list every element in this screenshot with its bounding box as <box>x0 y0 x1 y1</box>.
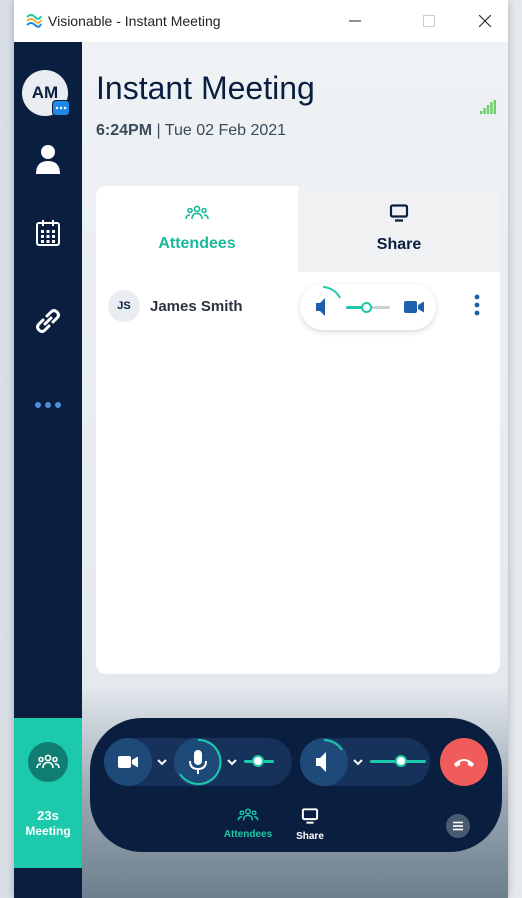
sidebar-item-more[interactable] <box>31 388 65 422</box>
signal-strength-icon <box>480 100 496 114</box>
monitor-icon <box>389 204 409 222</box>
attendees-icon <box>185 205 209 220</box>
speaker-icon <box>316 739 343 772</box>
attendee-more-button[interactable] <box>470 292 484 318</box>
visionable-logo-icon <box>26 14 42 28</box>
title-bar: Visionable - Instant Meeting <box>14 0 508 42</box>
chat-badge-icon <box>52 100 70 116</box>
meeting-datetime: 6:24PM | Tue 02 Feb 2021 <box>96 122 286 140</box>
main-panel: Instant Meeting 6:24PM | Tue 02 Feb 2021… <box>82 42 508 898</box>
video-camera-icon <box>404 301 424 313</box>
meeting-time: 6:24PM <box>96 122 153 139</box>
microphone-options-chevron-icon[interactable] <box>226 756 238 768</box>
speaker-controls <box>300 738 430 786</box>
speaker-options-chevron-icon[interactable] <box>352 756 364 768</box>
microphone-toggle-button[interactable] <box>174 738 222 786</box>
speaker-level-knob[interactable] <box>394 755 407 767</box>
sidebar-item-links[interactable] <box>31 304 65 338</box>
sidebar-item-profile[interactable] <box>31 142 65 176</box>
bottom-tab-share[interactable]: Share <box>280 808 340 842</box>
speaker-icon <box>316 286 341 316</box>
tab-attendees[interactable]: Attendees <box>96 186 298 272</box>
monitor-icon <box>301 808 319 824</box>
attendee-video-button[interactable] <box>392 284 436 330</box>
attendee-name: James Smith <box>150 298 243 315</box>
hang-up-phone-icon <box>454 759 474 767</box>
tab-attendees-label: Attendees <box>158 235 236 252</box>
bottom-tab-attendees[interactable]: Attendees <box>218 808 278 840</box>
person-icon <box>36 145 60 174</box>
attendee-volume-slider[interactable] <box>346 302 390 313</box>
attendees-icon <box>36 754 60 769</box>
video-camera-icon <box>118 756 138 768</box>
maximize-button[interactable] <box>406 0 452 42</box>
maximize-icon <box>423 15 435 27</box>
meeting-duration: 23s <box>37 808 59 823</box>
meeting-label: Meeting <box>25 824 71 838</box>
sidebar-item-calendar[interactable] <box>31 216 65 250</box>
end-call-button[interactable] <box>440 738 488 786</box>
menu-button[interactable] <box>446 814 470 838</box>
bottom-tab-attendees-label: Attendees <box>223 829 273 840</box>
attendee-avatar: JS <box>108 290 140 322</box>
camera-options-chevron-icon[interactable] <box>156 756 168 768</box>
calendar-icon <box>36 220 60 246</box>
attendee-audio-controls <box>300 284 436 330</box>
attendee-speaker-button[interactable] <box>300 284 346 330</box>
minimize-icon <box>349 20 361 22</box>
close-icon <box>479 15 491 27</box>
bottom-tab-share-label: Share <box>296 831 324 842</box>
hamburger-menu-icon <box>453 821 463 831</box>
active-meeting-tile[interactable]: 23s Meeting <box>14 718 82 868</box>
sidebar: AM 23s Meeting <box>14 42 82 898</box>
speaker-toggle-button[interactable] <box>300 738 348 786</box>
attendee-volume-knob[interactable] <box>360 302 372 313</box>
attendee-row: JS James Smith <box>96 282 500 336</box>
page-title: Instant Meeting <box>96 70 315 106</box>
camera-toggle-button[interactable] <box>104 738 152 786</box>
kebab-menu-icon <box>474 294 480 316</box>
meeting-panel-card: Attendees Share JS James Smith <box>96 186 500 674</box>
tab-share-label: Share <box>376 236 422 253</box>
call-control-bar: Attendees Share <box>90 718 502 852</box>
ellipsis-icon <box>35 402 61 408</box>
meeting-date: | Tue 02 Feb 2021 <box>152 122 287 139</box>
app-window: Visionable - Instant Meeting AM 23s Meet… <box>14 0 508 898</box>
close-button[interactable] <box>462 0 508 42</box>
microphone-icon <box>179 738 222 785</box>
attendees-icon <box>237 808 259 821</box>
window-title: Visionable - Instant Meeting <box>48 13 221 29</box>
mic-level-knob[interactable] <box>251 755 264 767</box>
minimize-button[interactable] <box>332 0 378 42</box>
camera-mic-controls <box>104 738 292 786</box>
link-icon <box>36 309 60 333</box>
meeting-tile-icon-holder <box>28 742 68 782</box>
tab-share[interactable]: Share <box>298 186 500 272</box>
